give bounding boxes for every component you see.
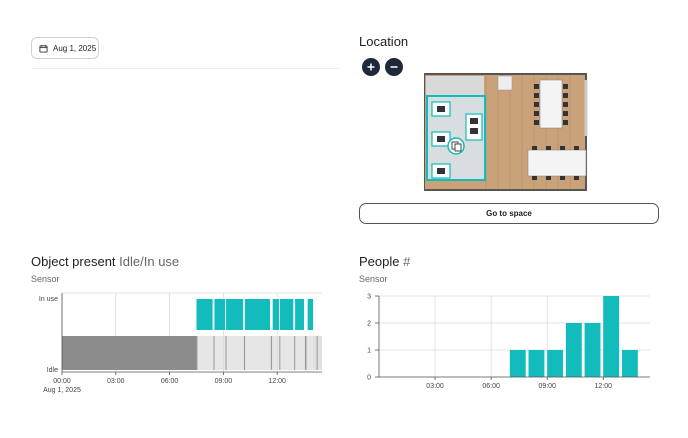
idle-segment — [294, 336, 296, 370]
x-tick-label: 12:00 — [268, 378, 286, 385]
in-use-segment — [279, 299, 294, 330]
zoom-out-button[interactable] — [385, 58, 403, 76]
people-title-text: People — [359, 254, 400, 269]
y-tick-label: 1 — [367, 348, 371, 355]
in-use-segment — [307, 299, 314, 330]
bar — [509, 350, 526, 377]
people-subtitle: Sensor — [359, 274, 388, 284]
object-present-title-text: Object present — [31, 254, 116, 269]
zoom-in-button[interactable] — [362, 58, 380, 76]
y-tick-label: 0 — [367, 375, 371, 382]
date-picker-label: Aug 1, 2025 — [53, 43, 97, 53]
idle-segment — [62, 336, 197, 370]
x-tick-label: 06:00 — [161, 378, 179, 385]
go-to-space-button[interactable]: Go to space — [359, 203, 659, 224]
x-tick-label: 12:00 — [595, 383, 613, 390]
people-chart[interactable]: 0 1 2 3 03:00 06:00 09:00 12:00 — [344, 288, 664, 418]
idle-segment — [225, 336, 227, 370]
y-tick-label: In use — [39, 296, 58, 303]
bar — [565, 323, 582, 377]
in-use-segment — [226, 299, 244, 330]
idle-segment — [304, 336, 307, 370]
people-title-suffix: # — [403, 254, 411, 269]
people-title: People # — [359, 254, 410, 269]
y-tick-label: 3 — [367, 294, 371, 301]
x-date-label: Aug 1, 2025 — [43, 387, 81, 394]
idle-segment — [316, 336, 318, 370]
date-picker-button[interactable]: Aug 1, 2025 — [31, 37, 99, 59]
y-tick-label: 2 — [367, 321, 371, 328]
x-tick-label: 03:00 — [426, 383, 444, 390]
object-present-subtitle: Sensor — [31, 274, 60, 284]
in-use-segment — [196, 299, 213, 330]
y-tick-label: Idle — [47, 367, 58, 374]
bar — [528, 350, 545, 377]
floor-plan-map[interactable] — [424, 66, 594, 194]
bar — [547, 350, 564, 377]
location-title: Location — [359, 34, 409, 49]
bar — [584, 323, 601, 377]
in-use-segment — [244, 299, 270, 330]
calendar-icon — [39, 44, 48, 53]
date-card: Aug 1, 2025 — [22, 24, 342, 224]
in-use-segment — [272, 299, 279, 330]
x-tick-label: 06:00 — [482, 383, 500, 390]
x-tick-label: 00:00 — [53, 378, 71, 385]
minus-icon — [390, 66, 398, 68]
divider — [31, 68, 341, 69]
idle-segment — [244, 336, 246, 370]
in-use-segment — [295, 299, 305, 330]
object-present-chart[interactable]: In use Idle 00:00 03:00 06:00 09:00 12:00 Aug 1… — [22, 288, 342, 418]
x-tick-label: 09:00 — [538, 383, 556, 390]
object-present-title-suffix: Idle/In use — [119, 254, 180, 269]
idle-segment — [213, 336, 215, 370]
x-tick-label: 03:00 — [107, 378, 125, 385]
people-card: People # Sensor 0 1 2 3 03:00 06:00 09:00 12:00 — [344, 244, 668, 420]
object-present-title: Object present Idle/In use — [31, 254, 179, 269]
idle-segment — [270, 336, 272, 370]
bar — [621, 350, 638, 377]
idle-segment — [279, 336, 281, 370]
x-tick-label: 09:00 — [215, 378, 233, 385]
object-present-card: Object present Idle/In use Sensor In use… — [22, 244, 342, 420]
bar — [603, 296, 620, 377]
idle-segment — [196, 336, 198, 370]
in-use-segment — [214, 299, 226, 330]
plus-icon — [367, 63, 375, 71]
location-card: Location Go to space — [344, 24, 668, 232]
